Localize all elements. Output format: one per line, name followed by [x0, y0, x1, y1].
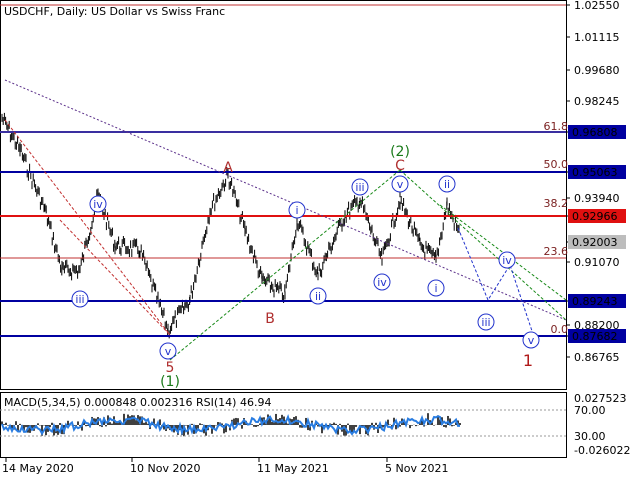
- wave-ii-2: ii: [315, 290, 321, 303]
- wave-i-2: i: [295, 204, 298, 217]
- wave-iv-2: iv: [377, 276, 387, 289]
- wave-label-A: A: [223, 160, 233, 176]
- indicator-tick-3: -0.026022: [574, 444, 630, 457]
- time-label-3: 5 Nov 2021: [385, 462, 448, 475]
- wave-i-3: i: [434, 282, 437, 295]
- time-label-2: 11 May 2021: [257, 462, 329, 475]
- main-chart-frame: [0, 0, 567, 390]
- price-badges: 0.96808 0.95063 0.92966 0.92003 0.89243 0.876…: [568, 125, 626, 343]
- fib-label-50.0: 50.0: [544, 158, 569, 171]
- price-badge-label-0.95063: 0.95063: [572, 166, 618, 179]
- indicator-tick-2: 30.00: [574, 430, 606, 443]
- wave-iv-f: iv: [502, 254, 512, 267]
- wave-label-(2): (2): [390, 144, 410, 160]
- wave-v-f: v: [528, 334, 535, 347]
- wave-label-(1): (1): [160, 374, 180, 390]
- wave-label-B: B: [265, 311, 275, 327]
- fib-label-38.2: 38.2: [544, 197, 569, 210]
- price-chart[interactable]: 61.8 50.0 38.2 23.6 0.0 A B C 5 (1) (2) …: [0, 0, 640, 480]
- indicator-tick-1: 70.00: [574, 404, 606, 417]
- price-tick-0.91070: 0.91070: [574, 256, 620, 269]
- price-badge-label-0.89243: 0.89243: [572, 295, 618, 308]
- price-tick-0.99680: 0.99680: [574, 64, 620, 77]
- time-label-0: 14 May 2020: [2, 462, 74, 475]
- price-tick-0.98245: 0.98245: [574, 95, 620, 108]
- price-tick-0.86765: 0.86765: [574, 351, 620, 364]
- wave-ii-3: ii: [444, 178, 450, 191]
- price-tick-1.02550: 1.02550: [574, 0, 620, 12]
- fib-label-23.6: 23.6: [544, 245, 569, 258]
- price-badge-label-0.92966: 0.92966: [572, 210, 618, 223]
- wave-label-C: C: [395, 158, 405, 174]
- chart-title: USDCHF, Daily: US Dollar vs Swiss Franc: [4, 5, 225, 18]
- price-badge-label-0.92003: 0.92003: [572, 236, 618, 249]
- wave-iii-2: iii: [355, 181, 364, 194]
- indicator-label: MACD(5,34,5) 0.000848 0.002316 RSI(14) 4…: [4, 396, 271, 409]
- wave-label-1: 1: [523, 351, 533, 370]
- wave-iv-1: iv: [93, 198, 103, 211]
- fib-label-61.8: 61.8: [544, 120, 569, 133]
- time-axis: 14 May 2020 10 Nov 2020 11 May 2021 5 No…: [2, 458, 448, 475]
- indicator-axis: 0.02752370.0030.00-0.026022: [574, 392, 630, 457]
- wave-v-1: v: [165, 345, 172, 358]
- price-badge-label-0.96808: 0.96808: [572, 126, 618, 139]
- price-tick-0.93940: 0.93940: [574, 192, 620, 205]
- fib-label-0.0: 0.0: [551, 323, 569, 336]
- time-label-1: 10 Nov 2020: [130, 462, 200, 475]
- wave-iii-f: iii: [481, 316, 490, 329]
- wave-v-2: v: [397, 178, 404, 191]
- price-badge-label-0.87682: 0.87682: [572, 330, 618, 343]
- price-axis: 1.02550 1.01115 0.99680 0.98245 0.96808 0.950…: [566, 0, 620, 364]
- wave-iii-1: iii: [75, 293, 84, 306]
- price-tick-1.01115: 1.01115: [574, 31, 620, 44]
